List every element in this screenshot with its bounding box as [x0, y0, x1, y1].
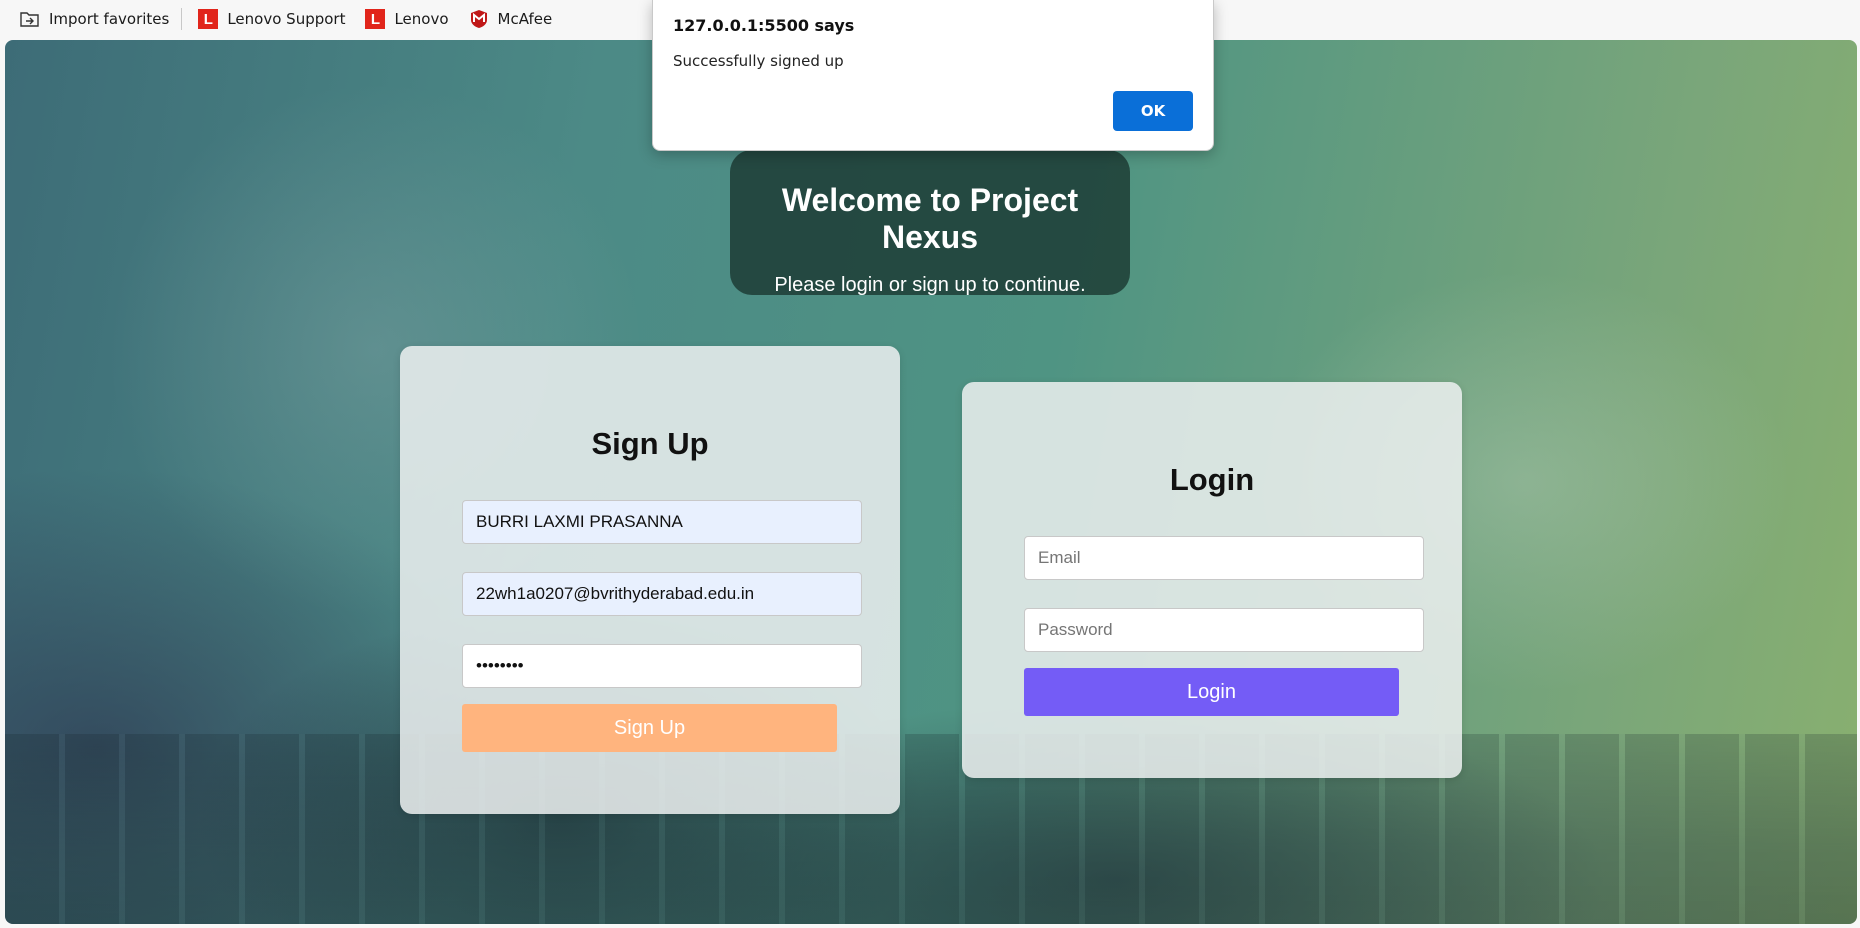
favorite-mcafee[interactable]: McAfee	[461, 4, 561, 34]
favorite-lenovo[interactable]: L Lenovo	[357, 4, 456, 34]
login-password-placeholder: Password	[1038, 620, 1113, 639]
signup-password-input[interactable]: ••••••••	[462, 644, 862, 688]
login-email-placeholder: Email	[1038, 548, 1081, 567]
login-card: Login Email Password Login	[962, 382, 1462, 778]
favorites-separator	[181, 8, 183, 30]
welcome-title: Welcome to Project Nexus	[781, 182, 1079, 255]
signup-name-input[interactable]: BURRI LAXMI PRASANNA	[462, 500, 862, 544]
page-viewport: Welcome to Project Nexus Please login or…	[5, 40, 1857, 924]
favorite-label: Import favorites	[49, 10, 170, 28]
signup-button[interactable]: Sign Up	[462, 704, 837, 752]
favorite-lenovo-support[interactable]: L Lenovo Support	[190, 4, 353, 34]
login-password-input[interactable]: Password	[1024, 608, 1424, 652]
mcafee-icon	[469, 9, 489, 29]
alert-dialog: 127.0.0.1:5500 says Successfully signed …	[652, 0, 1214, 151]
login-heading: Login	[1169, 462, 1255, 497]
signup-email-value: 22wh1a0207@bvrithyderabad.edu.in	[476, 584, 755, 603]
alert-message: Successfully signed up	[673, 52, 844, 70]
favorite-label: McAfee	[497, 10, 553, 28]
signup-heading: Sign Up	[591, 426, 709, 461]
alert-ok-button[interactable]: OK	[1113, 91, 1193, 131]
welcome-banner: Welcome to Project Nexus Please login or…	[730, 150, 1130, 296]
favorite-label: Lenovo	[394, 10, 449, 28]
login-email-input[interactable]: Email	[1024, 536, 1424, 580]
signup-password-value: ••••••••	[476, 656, 524, 675]
signup-name-value: BURRI LAXMI PRASANNA	[476, 512, 683, 531]
import-favorites-icon	[20, 9, 40, 29]
signup-card: Sign Up BURRI LAXMI PRASANNA 22wh1a0207@…	[400, 346, 900, 814]
favorite-label: Lenovo Support	[227, 10, 346, 28]
favorite-import-favorites[interactable]: Import favorites	[12, 4, 177, 34]
welcome-subtitle: Please login or sign up to continue.	[774, 274, 1086, 296]
alert-origin: 127.0.0.1:5500 says	[673, 16, 855, 35]
lenovo-icon: L	[198, 9, 219, 29]
login-button[interactable]: Login	[1024, 668, 1399, 716]
signup-email-input[interactable]: 22wh1a0207@bvrithyderabad.edu.in	[462, 572, 862, 616]
lenovo-icon: L	[365, 9, 386, 29]
background-keyboard-image	[5, 734, 1857, 924]
